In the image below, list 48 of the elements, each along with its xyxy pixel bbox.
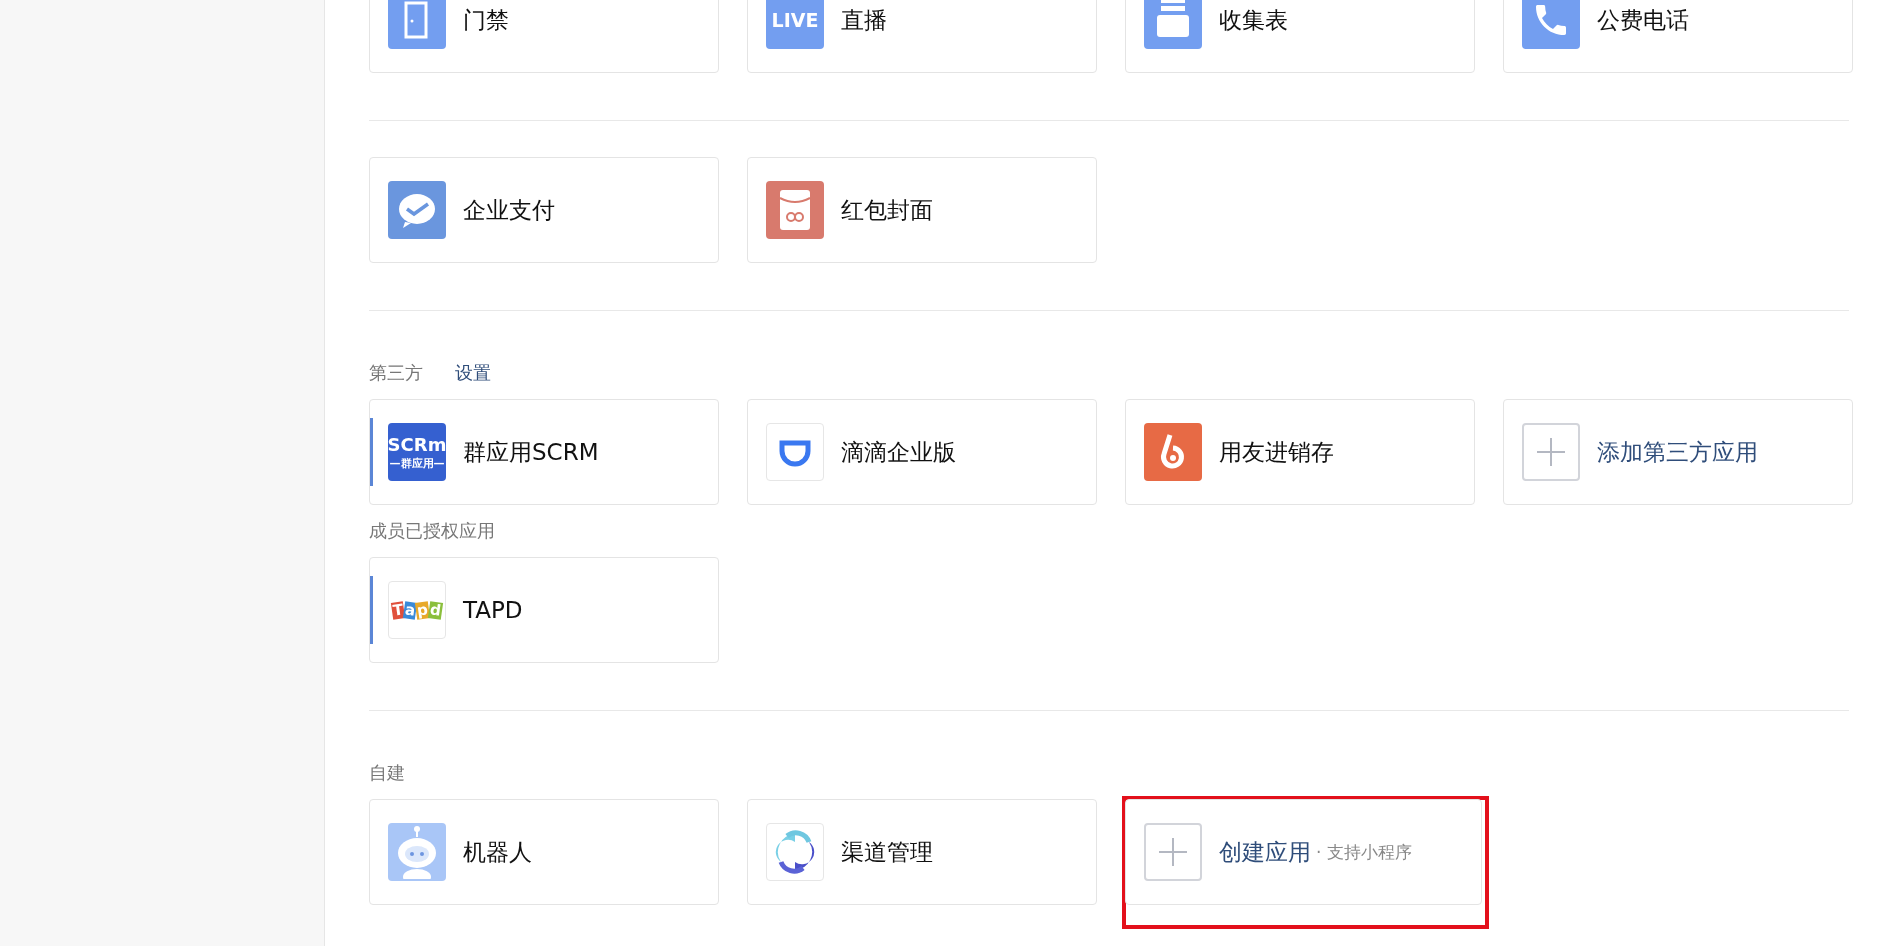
app-card[interactable]: 滴滴企业版: [747, 399, 1097, 505]
app-card[interactable]: 用友进销存: [1125, 399, 1475, 505]
app-name: 直播: [841, 5, 887, 35]
app-name: 创建应用: [1219, 837, 1311, 867]
app-name: TAPD: [463, 597, 523, 623]
app-name: 红包封面: [841, 195, 933, 225]
tapd-logo: T a p d: [388, 581, 446, 639]
app-name: 渠道管理: [841, 837, 933, 867]
app-note: · 支持小程序: [1316, 840, 1412, 864]
app-name: 添加第三方应用: [1597, 437, 1758, 467]
app-name: 群应用SCRM: [463, 437, 599, 467]
add-app-card[interactable]: 创建应用 · 支持小程序: [1125, 799, 1482, 905]
phone-icon: [1522, 0, 1580, 49]
app-name: 用友进销存: [1219, 437, 1334, 467]
chat-check-icon: [388, 181, 446, 239]
plus-icon: [1144, 823, 1202, 881]
six-icon: [1144, 423, 1202, 481]
robot-icon: [388, 823, 446, 881]
accent-bar: [370, 418, 373, 486]
swirl-icon: [766, 823, 824, 881]
door-icon: [388, 0, 446, 49]
section-label: 成员已授权应用: [369, 519, 495, 543]
app-card[interactable]: 渠道管理: [747, 799, 1097, 905]
app-card[interactable]: 公费电话: [1503, 0, 1853, 73]
scrm-logo: SCRm —群应用—: [388, 423, 446, 481]
accent-bar: [370, 576, 373, 644]
live-logo: LIVE: [766, 0, 824, 49]
app-name: 门禁: [463, 5, 509, 35]
app-name: 收集表: [1219, 5, 1288, 35]
plus-icon: [1522, 423, 1580, 481]
settings-link[interactable]: 设置: [455, 361, 491, 385]
section-label: 第三方: [369, 361, 423, 385]
app-card[interactable]: 企业支付: [369, 157, 719, 263]
app-card[interactable]: T a p d TAPD: [369, 557, 719, 663]
app-name: 滴滴企业版: [841, 437, 956, 467]
app-name: 企业支付: [463, 195, 555, 225]
app-card[interactable]: 收集表: [1125, 0, 1475, 73]
app-name: 机器人: [463, 837, 532, 867]
app-card[interactable]: 红包封面: [747, 157, 1097, 263]
app-card[interactable]: 机器人: [369, 799, 719, 905]
add-app-card[interactable]: 添加第三方应用: [1503, 399, 1853, 505]
d-shape-icon: [766, 423, 824, 481]
envelope-icon: [766, 181, 824, 239]
app-card[interactable]: LIVE 直播: [747, 0, 1097, 73]
app-name: 公费电话: [1597, 5, 1689, 35]
section-label: 自建: [369, 761, 405, 785]
tray-icon: [1144, 0, 1202, 49]
app-card[interactable]: 门禁: [369, 0, 719, 73]
